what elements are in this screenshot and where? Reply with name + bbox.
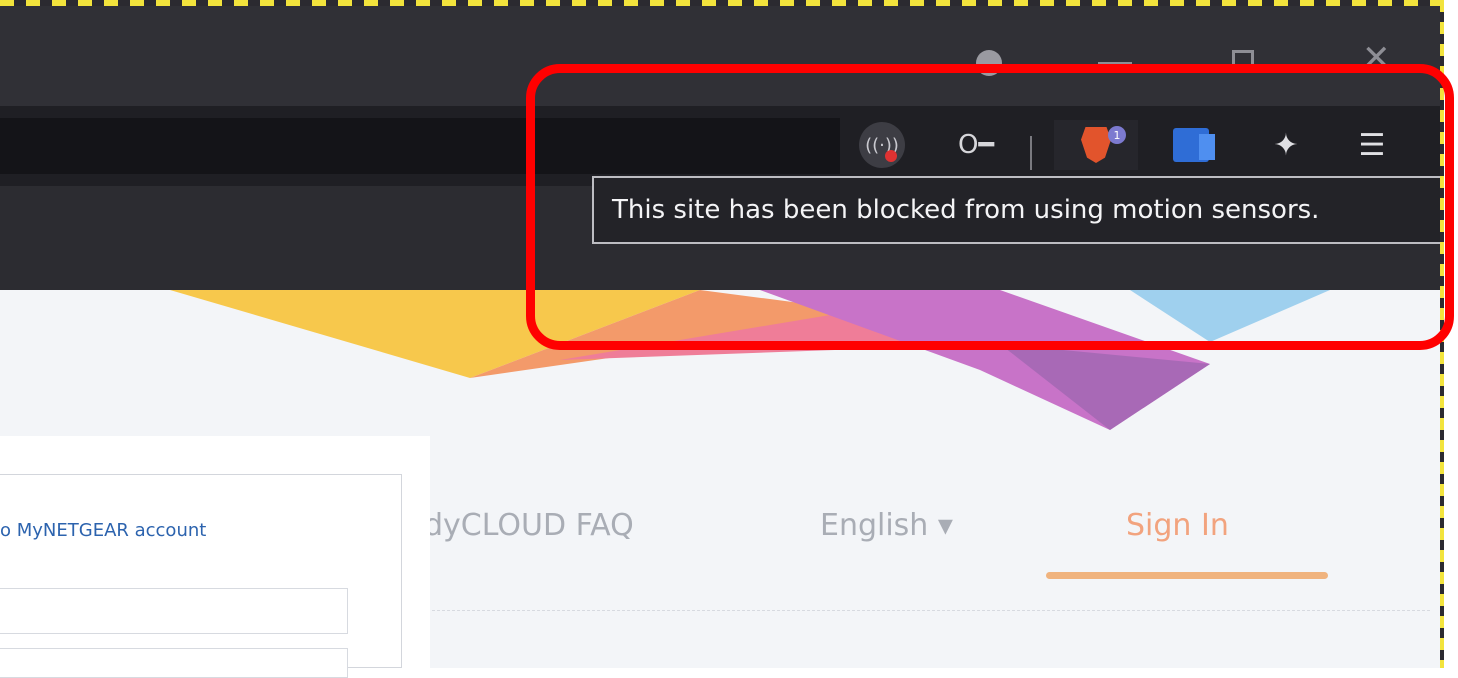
highlight-annotation xyxy=(526,64,1454,350)
sign-in-underline xyxy=(1046,572,1328,579)
nav-divider xyxy=(412,610,1430,612)
capture-border-top xyxy=(0,0,1440,6)
language-dropdown[interactable]: English ▾ xyxy=(820,508,953,543)
login-title: o MyNETGEAR account xyxy=(0,520,207,541)
password-field[interactable] xyxy=(0,648,348,678)
nav-faq-link[interactable]: dyCLOUD FAQ xyxy=(424,508,634,543)
email-field[interactable] xyxy=(0,588,348,634)
sign-in-link[interactable]: Sign In xyxy=(1126,508,1229,543)
login-card xyxy=(0,474,402,668)
